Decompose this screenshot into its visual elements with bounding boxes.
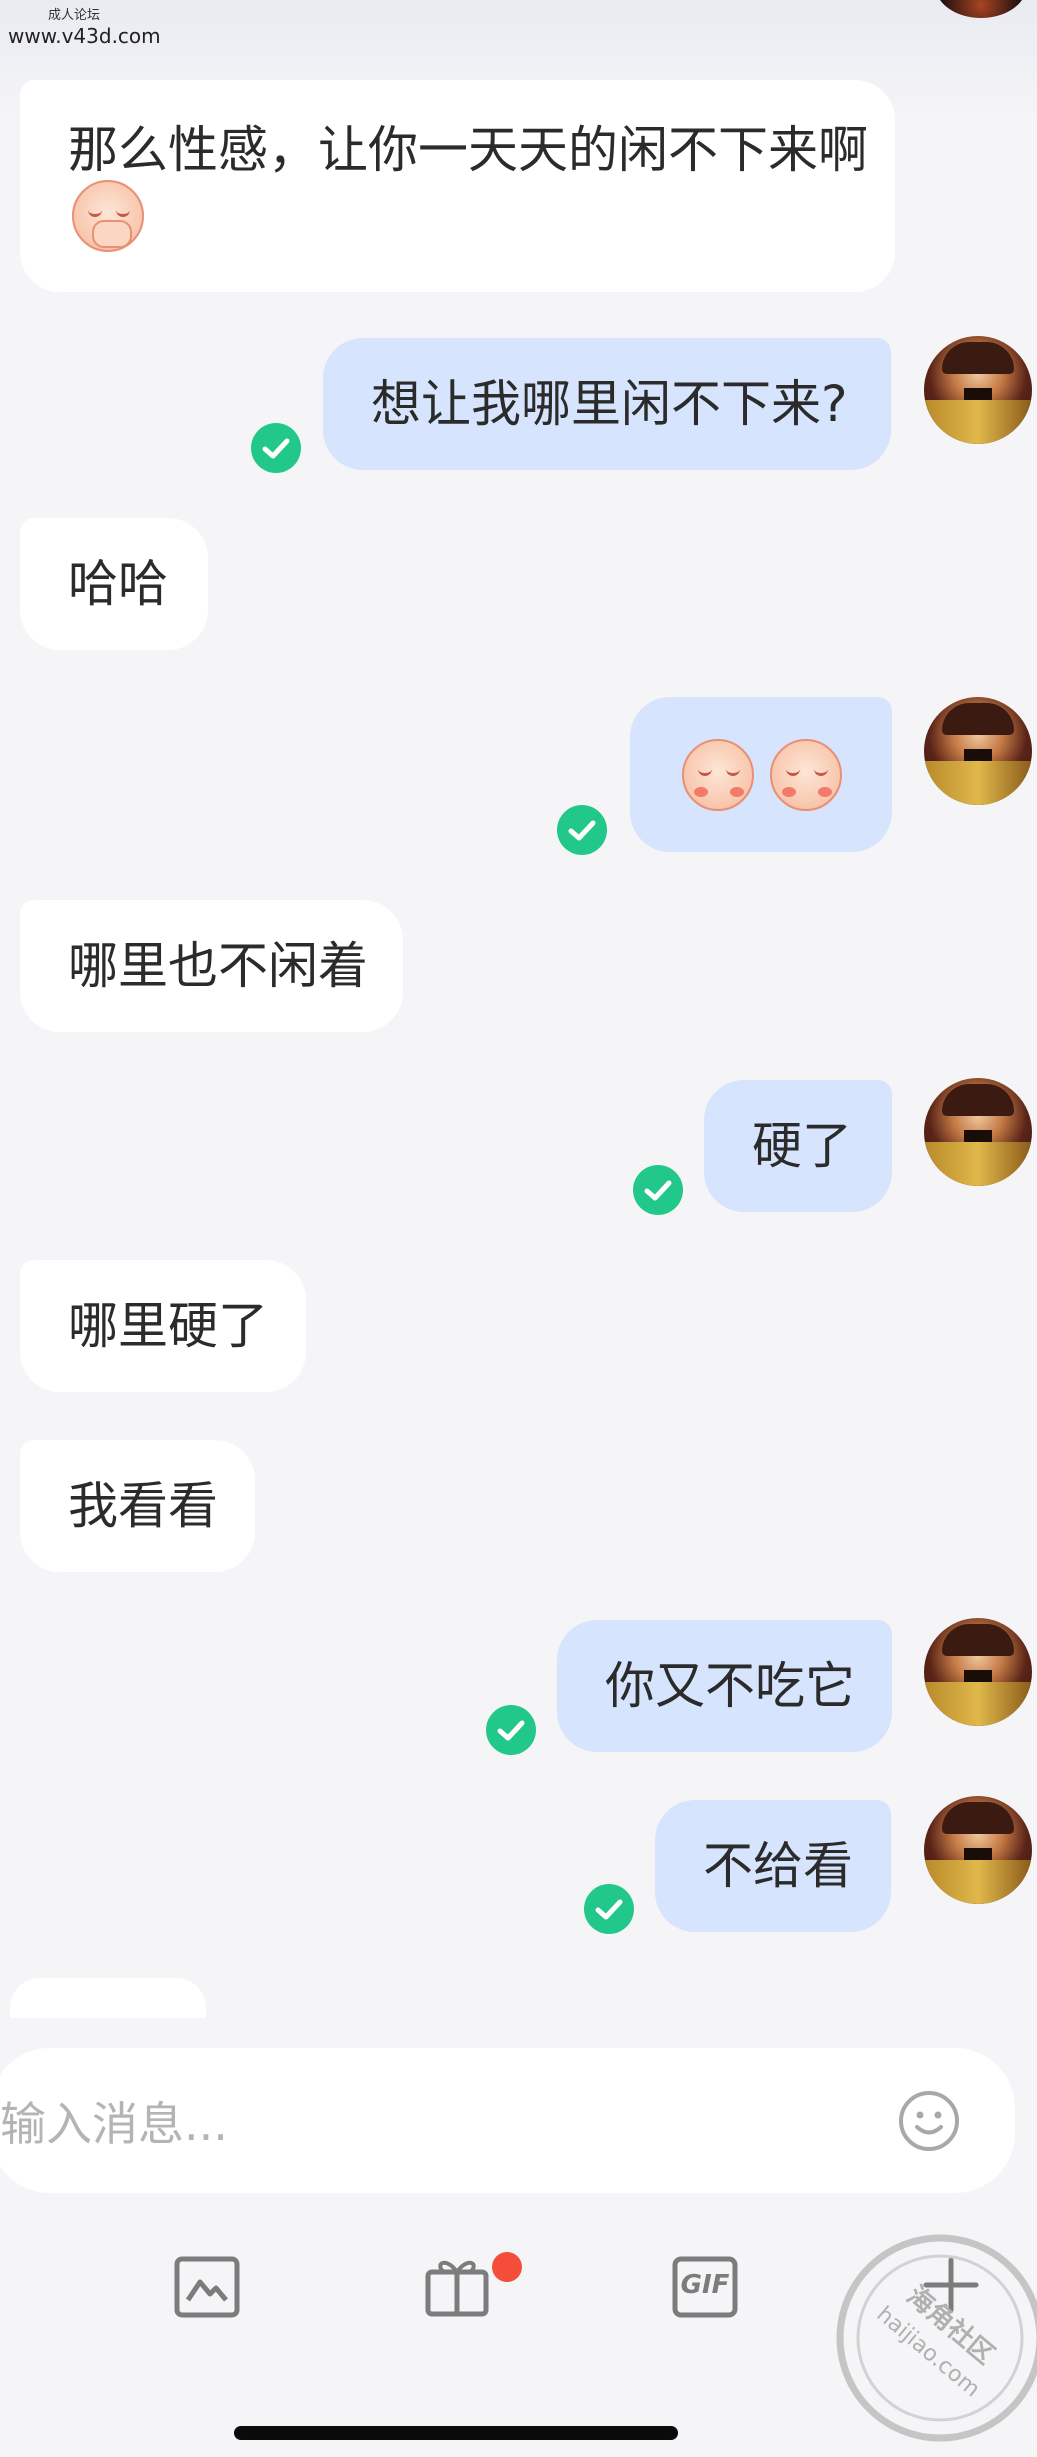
user-avatar[interactable] — [924, 1078, 1032, 1186]
read-check-icon — [584, 1884, 634, 1934]
message-bubble-incoming[interactable]: 哪里硬了 — [20, 1260, 306, 1392]
gift-icon[interactable] — [424, 2252, 490, 2318]
message-text: 哪里硬了 — [68, 1297, 268, 1355]
message-text: 我看看 — [68, 1477, 218, 1535]
blushing-emoji — [770, 739, 842, 811]
blushing-emoji — [682, 739, 754, 811]
message-text: 你又不吃它 — [605, 1657, 855, 1715]
message-bubble-outgoing[interactable] — [630, 697, 892, 852]
watermark-stamp: 海角社区 haijiao.com — [820, 2218, 1037, 2448]
read-check-icon — [557, 805, 607, 855]
message-bubble-outgoing[interactable]: 你又不吃它 — [557, 1620, 892, 1752]
image-icon[interactable] — [174, 2256, 240, 2318]
message-bubble-partial — [10, 1978, 206, 2018]
smile-icon[interactable] — [898, 2090, 960, 2152]
message-bubble-incoming[interactable]: 我看看 — [20, 1440, 255, 1572]
watermark-site: www.v43d.com — [8, 24, 161, 48]
message-text: 硬了 — [752, 1117, 852, 1175]
message-bubble-incoming[interactable]: 哪里也不闲着 — [20, 900, 403, 1032]
home-indicator — [234, 2426, 678, 2440]
user-avatar[interactable] — [924, 1796, 1032, 1904]
message-text: 想让我哪里闲不下来? — [371, 375, 848, 433]
message-text: 哪里也不闲着 — [68, 937, 368, 995]
message-input[interactable]: 输入消息... — [0, 2048, 1015, 2193]
user-avatar[interactable] — [924, 697, 1032, 805]
message-bubble-incoming[interactable]: 那么性感，让你一天天的闲不下来啊 — [20, 80, 895, 292]
message-bubble-outgoing[interactable]: 硬了 — [704, 1080, 892, 1212]
message-text: 那么性感，让你一天天的闲不下来啊 — [68, 121, 868, 179]
user-avatar[interactable] — [924, 1618, 1032, 1726]
read-check-icon — [633, 1165, 683, 1215]
message-input-placeholder: 输入消息... — [0, 2096, 228, 2151]
read-check-icon — [251, 423, 301, 473]
message-bubble-outgoing[interactable]: 不给看 — [655, 1800, 891, 1932]
message-bubble-outgoing[interactable]: 想让我哪里闲不下来? — [323, 338, 891, 470]
gift-badge — [492, 2252, 522, 2282]
watermark-small-text: 成人论坛 — [48, 8, 101, 23]
gif-label: GIF — [680, 2270, 730, 2300]
message-bubble-incoming[interactable]: 哈哈 — [20, 518, 208, 650]
covering-mouth-emoji — [72, 180, 144, 252]
user-avatar[interactable] — [924, 336, 1032, 444]
read-check-icon — [486, 1705, 536, 1755]
gif-button[interactable]: GIF — [672, 2256, 738, 2318]
message-text: 哈哈 — [68, 555, 168, 613]
message-text: 不给看 — [703, 1837, 853, 1895]
